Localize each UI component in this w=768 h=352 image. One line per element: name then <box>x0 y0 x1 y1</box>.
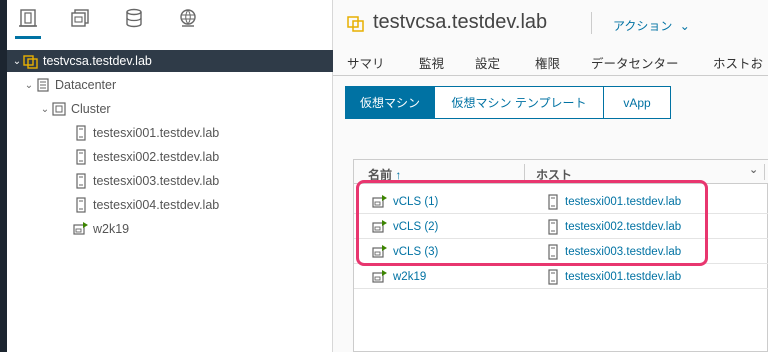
tab-permissions[interactable]: 権限 <box>535 53 560 72</box>
chevron-down-icon[interactable]: ⌄ <box>11 56 23 67</box>
storage-tab[interactable] <box>119 8 149 38</box>
navigator-panel: ⌄ testvcsa.testdev.lab ⌄ Datacenter ⌄ Cl… <box>7 0 333 352</box>
column-filter-icon[interactable]: ⌄ <box>749 163 758 176</box>
host-icon <box>546 269 560 285</box>
object-header: testvcsa.testdev.lab アクション ⌄ <box>333 0 768 44</box>
chevron-down-icon: ⌄ <box>679 19 690 33</box>
tab-datacenters[interactable]: データセンター <box>591 53 679 72</box>
vcenter-icon <box>23 53 39 69</box>
table-row[interactable]: w2k19 testesxi001.testdev.lab <box>354 265 768 289</box>
actions-label: アクション <box>613 19 673 33</box>
segment-vms[interactable]: 仮想マシン <box>345 86 435 119</box>
tree-item-host[interactable]: testesxi004.testdev.lab <box>7 194 219 216</box>
column-resizer[interactable] <box>764 164 765 180</box>
tree-item-label: testvcsa.testdev.lab <box>43 54 152 68</box>
host-link[interactable]: testesxi001.testdev.lab <box>565 271 681 283</box>
tree-item-label: testesxi004.testdev.lab <box>93 198 220 212</box>
chevron-down-icon[interactable]: ⌄ <box>39 104 51 115</box>
tree-item-label: testesxi002.testdev.lab <box>93 150 220 164</box>
navigator-tabs <box>7 0 333 44</box>
main-panel: testvcsa.testdev.lab アクション ⌄ サマリ 監視 設定 権… <box>333 0 768 352</box>
hosts-clusters-icon <box>18 8 38 33</box>
tree-item-host[interactable]: testesxi002.testdev.lab <box>7 146 219 168</box>
tree-item-vm[interactable]: w2k19 <box>7 218 129 240</box>
cluster-icon <box>51 101 67 117</box>
tree-item-host[interactable]: testesxi001.testdev.lab <box>7 122 219 144</box>
tab-summary[interactable]: サマリ <box>347 53 385 72</box>
networking-tab[interactable] <box>173 8 203 38</box>
tree-item-label: Cluster <box>71 102 111 116</box>
networking-icon <box>178 8 198 33</box>
vm-powered-on-icon <box>372 269 388 285</box>
column-resizer[interactable] <box>524 164 525 180</box>
page-title: testvcsa.testdev.lab <box>373 11 548 33</box>
tree-item-datacenter[interactable]: ⌄ Datacenter <box>7 74 116 96</box>
tree-item-label: testesxi003.testdev.lab <box>93 174 220 188</box>
tab-hosts-clusters[interactable]: ホストお <box>713 53 763 72</box>
host-icon <box>73 173 89 189</box>
actions-menu-button[interactable]: アクション ⌄ <box>613 17 690 34</box>
tab-configure[interactable]: 設定 <box>475 53 500 72</box>
left-edge-strip <box>0 0 7 352</box>
tree-item-label: Datacenter <box>55 78 117 92</box>
tree-item-vcenter[interactable]: ⌄ testvcsa.testdev.lab <box>7 50 333 72</box>
hosts-clusters-tab[interactable] <box>13 8 43 39</box>
datacenter-icon <box>35 77 51 93</box>
divider <box>591 12 592 34</box>
tree-item-label: testesxi001.testdev.lab <box>93 126 220 140</box>
host-icon <box>73 125 89 141</box>
tree-item-label: w2k19 <box>93 222 130 236</box>
storage-icon <box>124 8 144 33</box>
tree-item-host[interactable]: testesxi003.testdev.lab <box>7 170 219 192</box>
host-icon <box>73 197 89 213</box>
vcenter-icon <box>347 14 365 37</box>
vms-templates-icon <box>70 8 90 33</box>
host-icon <box>73 149 89 165</box>
vm-name-link[interactable]: w2k19 <box>393 271 426 283</box>
tree-item-cluster[interactable]: ⌄ Cluster <box>7 98 111 120</box>
highlight-annotation-box <box>356 180 708 266</box>
vm-powered-on-icon <box>73 221 89 237</box>
tab-monitor[interactable]: 監視 <box>419 53 444 72</box>
segment-vapp[interactable]: vApp <box>603 86 671 119</box>
segment-vm-templates[interactable]: 仮想マシン テンプレート <box>434 86 604 119</box>
object-tabs: サマリ 監視 設定 権限 データセンター ホストお <box>333 48 768 76</box>
vms-templates-tab[interactable] <box>65 8 95 38</box>
chevron-down-icon[interactable]: ⌄ <box>23 80 35 91</box>
